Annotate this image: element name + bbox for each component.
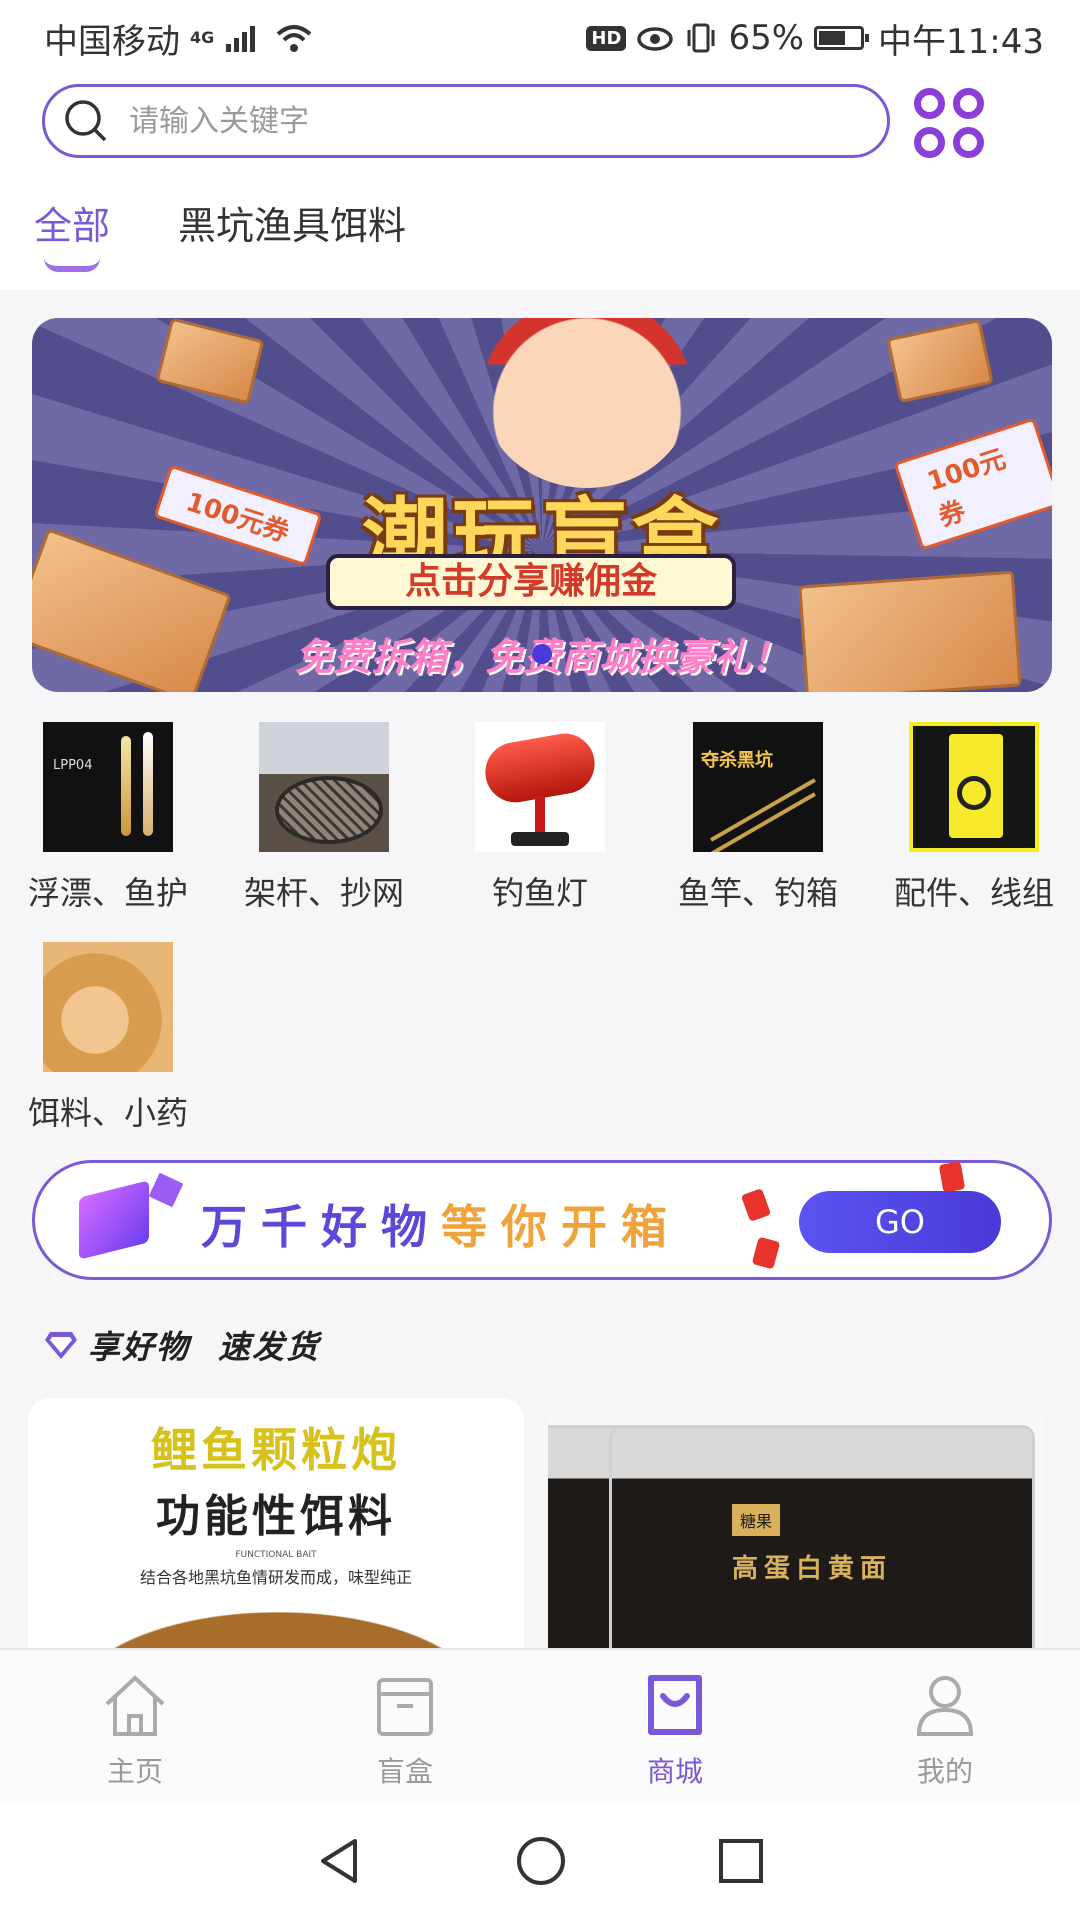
search-input[interactable] <box>127 102 771 140</box>
nav-blind-box[interactable]: 盲盒 <box>270 1650 540 1804</box>
category-floats[interactable]: LPP04 浮漂、鱼护 <box>8 722 208 914</box>
active-tab-indicator <box>44 258 100 272</box>
section-title: 享好物 <box>88 1328 191 1366</box>
nav-blind-box-label: 盲盒 <box>376 1755 433 1788</box>
gift-cube-icon <box>79 1180 149 1260</box>
carousel-indicator <box>532 644 552 664</box>
promo-banner[interactable]: 100元券 100元券 潮玩盲盒 点击分享赚佣金 免费拆箱，免费商城换豪礼！ <box>32 318 1052 692</box>
diamond-icon <box>45 1332 77 1359</box>
category-label: 配件、线组 <box>893 874 1054 912</box>
nav-mall[interactable]: 商城 <box>540 1650 810 1804</box>
category-label: 鱼竿、钓箱 <box>677 874 838 912</box>
fishing-lamp-thumbnail <box>475 722 605 852</box>
user-icon <box>916 1676 974 1736</box>
slogan-part1: 万千好物 <box>201 1200 441 1254</box>
product-card[interactable]: 鲤鱼颗粒炮 功能性饵料 FUNCTIONAL BAIT 结合各地黑坑鱼情研发而成… <box>28 1398 524 1648</box>
gamer-character-illustration <box>482 318 692 488</box>
nav-mall-label: 商城 <box>646 1755 703 1788</box>
thumb-text: 夺杀黑坑 <box>701 750 773 771</box>
clock: 中午11:43 <box>878 21 1044 62</box>
banner-share-button[interactable]: 点击分享赚佣金 <box>326 554 736 610</box>
section-subtitle: 速发货 <box>218 1328 321 1366</box>
battery-percent: 65% <box>728 18 805 58</box>
system-navigation-bar <box>0 1802 1080 1920</box>
back-icon[interactable] <box>315 1836 365 1886</box>
nav-home[interactable]: 主页 <box>0 1650 270 1804</box>
promo-slogan: 万千好物等你开箱 <box>201 1191 681 1257</box>
wifi-icon <box>276 25 312 52</box>
search-icon <box>65 100 107 142</box>
vibrate-icon <box>687 23 715 53</box>
category-label: 浮漂、鱼护 <box>27 874 188 912</box>
battery-icon <box>814 26 870 50</box>
category-rods-boxes[interactable]: 夺杀黑坑 鱼竿、钓箱 <box>658 722 858 914</box>
category-tabs: 全部 黑坑渔具饵料 <box>0 194 440 284</box>
nav-mine[interactable]: 我的 <box>810 1650 1080 1804</box>
red-packet-icon <box>751 1236 781 1270</box>
thumb-text: LPP04 <box>53 758 93 773</box>
signal-icon <box>226 26 256 52</box>
go-button[interactable]: GO <box>799 1191 1001 1253</box>
home-circle-icon[interactable] <box>515 1835 567 1887</box>
red-packet-icon <box>740 1188 772 1222</box>
floats-thumbnail: LPP04 <box>43 722 173 852</box>
bait-pile-image <box>68 1612 488 1648</box>
category-bait[interactable]: 饵料、小药 <box>8 942 208 1134</box>
bait-bag-image: 糖果 高蛋白黄面 <box>612 1428 1032 1648</box>
tab-all[interactable]: 全部 <box>0 194 144 284</box>
category-accessories[interactable]: 配件、线组 <box>874 722 1074 914</box>
product-card[interactable]: 糖果 高蛋白黄面 <box>548 1398 1044 1648</box>
red-packet-icon <box>938 1161 966 1193</box>
shopping-bag-icon <box>648 1675 702 1735</box>
search-bar[interactable] <box>42 84 890 158</box>
category-label: 架杆、抄网 <box>243 874 404 912</box>
category-label: 饵料、小药 <box>27 1094 188 1132</box>
header: 全部 黑坑渔具饵料 <box>0 76 1080 290</box>
status-bar: 中国移动 4G HD 65% 中午11:43 <box>0 0 1080 76</box>
product-label: 高蛋白黄面 <box>732 1554 893 1584</box>
scissors-thumbnail <box>909 722 1039 852</box>
product-description: 结合各地黑坑鱼情研发而成，味型纯正 <box>139 1568 412 1587</box>
category-fishing-lamp[interactable]: 钓鱼灯 <box>440 722 640 914</box>
nav-mine-label: 我的 <box>916 1755 973 1788</box>
product-english: FUNCTIONAL BAIT <box>235 1550 317 1560</box>
tab-all-label: 全部 <box>34 204 111 248</box>
box-decoration <box>886 318 994 404</box>
carrier-name: 中国移动 <box>44 21 180 62</box>
product-subheadline: 功能性饵料 <box>156 1491 396 1542</box>
hd-icon: HD <box>586 25 627 51</box>
bottom-tab-bar: 主页 盲盒 商城 我的 <box>0 1648 1080 1804</box>
box-decoration <box>155 318 265 405</box>
unbox-promo-strip[interactable]: 万千好物等你开箱 GO <box>32 1160 1052 1280</box>
category-label: 钓鱼灯 <box>491 874 588 912</box>
brand-badge: 糖果 <box>732 1504 781 1536</box>
fishing-rod-thumbnail: 夺杀黑坑 <box>693 722 823 852</box>
tab-blackpit-gear[interactable]: 黑坑渔具饵料 <box>144 194 440 284</box>
nav-home-label: 主页 <box>106 1755 163 1788</box>
tab-blackpit-gear-label: 黑坑渔具饵料 <box>178 204 407 248</box>
eye-comfort-icon <box>637 27 674 51</box>
network-type: 4G <box>190 28 215 47</box>
bait-thumbnail <box>43 942 173 1072</box>
section-header: 享好物 速发货 <box>44 1322 320 1368</box>
category-grid-icon[interactable] <box>914 88 984 158</box>
box-icon <box>377 1678 433 1736</box>
product-feed: 鲤鱼颗粒炮 功能性饵料 FUNCTIONAL BAIT 结合各地黑坑鱼情研发而成… <box>28 1398 1052 1648</box>
home-icon <box>105 1675 165 1736</box>
landing-net-thumbnail <box>259 722 389 852</box>
category-rod-rest-net[interactable]: 架杆、抄网 <box>224 722 424 914</box>
slogan-part2: 等你开箱 <box>441 1200 681 1254</box>
product-headline: 鲤鱼颗粒炮 <box>151 1423 401 1477</box>
gift-cube-lid-icon <box>148 1172 184 1208</box>
recent-apps-icon[interactable] <box>717 1837 765 1885</box>
